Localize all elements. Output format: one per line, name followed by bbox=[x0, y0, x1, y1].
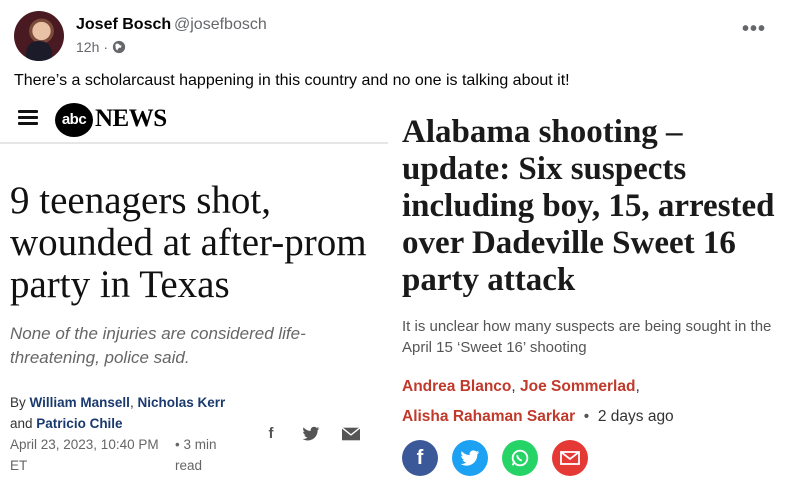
email-share-icon bbox=[552, 440, 588, 476]
independent-headline: Alabama shooting – update: Six suspects … bbox=[402, 114, 775, 298]
author-1: William Mansell bbox=[29, 395, 130, 410]
email-icon bbox=[342, 427, 360, 441]
author-handle[interactable]: @josefbosch bbox=[174, 16, 267, 34]
independent-share-row: f bbox=[402, 440, 588, 476]
author-name[interactable]: Josef Bosch bbox=[76, 16, 171, 34]
author-2: Joe Sommerlad bbox=[520, 378, 636, 395]
abc-read-time: • 3 min read bbox=[175, 437, 217, 473]
time-ago: 2 days ago bbox=[597, 408, 674, 425]
post-time[interactable]: 12h bbox=[76, 39, 99, 55]
abc-nav-bar: abc NEWS bbox=[0, 100, 388, 144]
more-options-icon[interactable]: ••• bbox=[742, 18, 766, 41]
post-meta: 12h · bbox=[76, 39, 126, 55]
author-2: Nicholas Kerr bbox=[137, 395, 226, 410]
meta-separator: · bbox=[103, 39, 109, 55]
abc-headline: 9 teenagers shot, wounded at after-prom … bbox=[10, 179, 367, 306]
abc-share-icons: f bbox=[262, 426, 360, 442]
abc-date: April 23, 2023, 10:40 PM bbox=[10, 437, 159, 452]
globe-icon bbox=[112, 40, 126, 54]
abc-article-image[interactable]: abc NEWS 9 teenagers shot, wounded at af… bbox=[0, 100, 388, 494]
twitter-icon bbox=[302, 426, 320, 441]
author-3: Patricio Chile bbox=[36, 416, 123, 431]
by-prefix: By bbox=[10, 395, 26, 410]
author-1: Andrea Blanco bbox=[402, 378, 512, 395]
independent-authors: Andrea Blanco, Joe Sommerlad, Alisha Rah… bbox=[402, 378, 674, 425]
independent-article-image[interactable]: Alabama shooting – update: Six suspects … bbox=[388, 100, 786, 494]
post-header: Josef Bosch @josefbosch 12h · ••• bbox=[12, 8, 774, 64]
abc-timezone: ET bbox=[10, 458, 28, 473]
facebook-share-icon: f bbox=[402, 440, 438, 476]
whatsapp-share-icon bbox=[502, 440, 538, 476]
facebook-icon: f bbox=[268, 425, 274, 442]
abc-byline: By William Mansell, Nicholas Kerr and Pa… bbox=[10, 395, 226, 431]
abc-brand: NEWS bbox=[95, 105, 167, 132]
hamburger-menu-icon bbox=[18, 110, 38, 126]
twitter-share-icon bbox=[452, 440, 488, 476]
and-word: and bbox=[10, 416, 33, 431]
abc-subheadline: None of the injuries are considered life… bbox=[10, 324, 306, 367]
independent-subheadline: It is unclear how many suspects are bein… bbox=[402, 318, 772, 356]
author-3: Alisha Rahaman Sarkar bbox=[402, 408, 576, 425]
post-text: There’s a scholarcaust happening in this… bbox=[14, 72, 570, 89]
avatar[interactable] bbox=[14, 11, 64, 61]
abc-logo: abc bbox=[55, 103, 93, 137]
